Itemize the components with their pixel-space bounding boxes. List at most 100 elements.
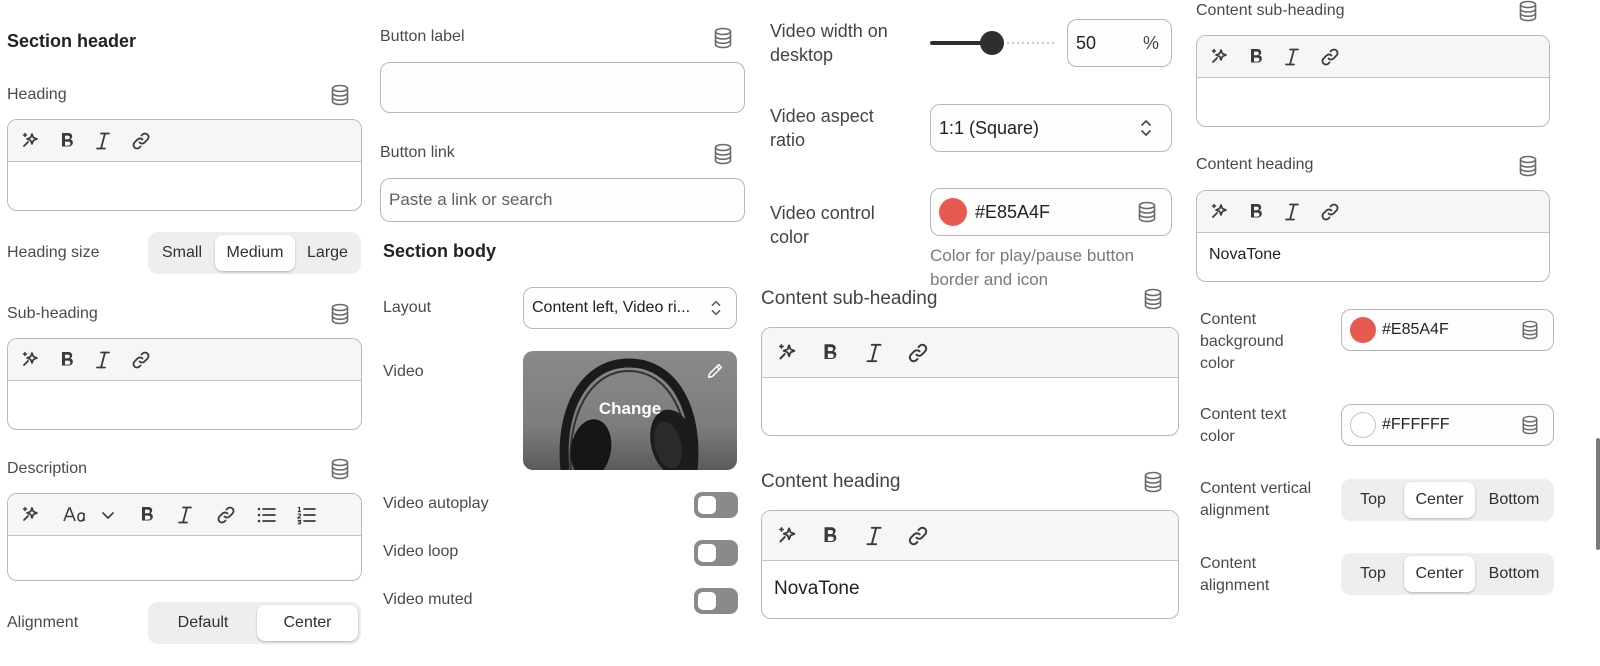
slider-thumb[interactable]	[980, 31, 1004, 55]
video-control-color-field[interactable]: #E85A4F	[930, 188, 1172, 236]
video-control-color-value: #E85A4F	[975, 201, 1051, 222]
video-change-label[interactable]: Change	[523, 399, 737, 419]
subheading-editor[interactable]	[7, 338, 362, 430]
bullet-list-icon[interactable]	[255, 504, 277, 526]
dynamic-source-icon[interactable]	[1143, 471, 1163, 493]
video-width-input[interactable]: 50 %	[1067, 19, 1172, 67]
color-swatch[interactable]	[939, 198, 967, 226]
layout-select[interactable]: Content left, Video ri...	[523, 287, 737, 329]
alignment-center[interactable]: Center	[1404, 556, 1475, 592]
heading-size-large[interactable]: Large	[297, 235, 358, 271]
dynamic-source-icon[interactable]	[330, 303, 350, 325]
dynamic-source-icon[interactable]	[713, 143, 733, 165]
content-heading-editor-c4[interactable]: NovaTone	[1196, 190, 1550, 282]
color-swatch[interactable]	[1350, 412, 1376, 438]
link-icon[interactable]	[215, 504, 237, 526]
select-arrows-icon	[1135, 117, 1157, 139]
dynamic-source-icon[interactable]	[1518, 155, 1538, 177]
italic-icon[interactable]	[1281, 201, 1303, 223]
alignment-segmented: Default Center	[148, 602, 361, 644]
link-icon[interactable]	[1319, 201, 1341, 223]
heading-size-small[interactable]: Small	[151, 235, 213, 271]
link-icon[interactable]	[130, 349, 152, 371]
italic-icon[interactable]	[862, 341, 886, 365]
content-bg-color-field[interactable]: #E85A4F	[1341, 309, 1554, 351]
aspect-ratio-value: 1:1 (Square)	[939, 117, 1040, 138]
italic-icon[interactable]	[92, 349, 114, 371]
alignment-center[interactable]: Center	[257, 605, 358, 641]
heading-size-medium[interactable]: Medium	[215, 235, 295, 271]
button-label-input[interactable]	[380, 62, 745, 113]
dynamic-source-icon[interactable]	[1521, 320, 1539, 340]
content-heading-editor-body[interactable]: NovaTone	[1197, 233, 1549, 264]
dynamic-source-icon[interactable]	[330, 84, 350, 106]
button-link-input[interactable]: Paste a link or search	[380, 178, 745, 222]
italic-icon[interactable]	[92, 130, 114, 152]
content-text-color-label: Content text color	[1200, 406, 1287, 445]
alignment-top[interactable]: Top	[1344, 556, 1402, 592]
ai-generate-icon[interactable]	[776, 341, 800, 365]
dynamic-source-icon[interactable]	[1143, 288, 1163, 310]
vertical-bottom[interactable]: Bottom	[1477, 482, 1551, 518]
bold-icon[interactable]	[1245, 201, 1267, 223]
numbered-list-icon[interactable]	[295, 504, 317, 526]
link-icon[interactable]	[130, 130, 152, 152]
ai-generate-icon[interactable]	[20, 130, 42, 152]
button-label-label: Button label	[380, 28, 465, 45]
link-icon[interactable]	[906, 524, 930, 548]
bold-icon[interactable]	[1245, 46, 1267, 68]
video-muted-label: Video muted	[383, 591, 473, 608]
dynamic-source-icon[interactable]	[713, 27, 733, 49]
video-thumbnail[interactable]: Change	[523, 351, 737, 470]
color-swatch[interactable]	[1350, 317, 1376, 343]
content-bg-color-label: Content background color	[1200, 311, 1284, 372]
italic-icon[interactable]	[174, 504, 196, 526]
content-bg-color-value: #E85A4F	[1382, 321, 1449, 338]
font-style-icon[interactable]	[62, 504, 88, 526]
content-alignment-label: Content alignment	[1200, 555, 1270, 594]
bold-icon[interactable]	[56, 349, 78, 371]
alignment-bottom[interactable]: Bottom	[1477, 556, 1551, 592]
video-muted-toggle[interactable]	[694, 588, 738, 614]
ai-generate-icon[interactable]	[1209, 201, 1231, 223]
content-text-color-field[interactable]: #FFFFFF	[1341, 404, 1554, 446]
aspect-ratio-label: Video aspect ratio	[770, 106, 874, 150]
ai-generate-icon[interactable]	[1209, 46, 1231, 68]
chevron-down-icon[interactable]	[97, 504, 119, 526]
ai-generate-icon[interactable]	[776, 524, 800, 548]
editor-toolbar	[8, 120, 361, 162]
italic-icon[interactable]	[1281, 46, 1303, 68]
pencil-icon[interactable]	[705, 361, 725, 381]
content-heading-editor-body[interactable]: NovaTone	[762, 561, 1178, 600]
scrollbar-thumb[interactable]	[1596, 438, 1600, 550]
video-autoplay-label: Video autoplay	[383, 495, 489, 512]
content-subheading-editor-c4[interactable]	[1196, 35, 1550, 127]
dynamic-source-icon[interactable]	[1518, 0, 1538, 22]
video-width-slider[interactable]	[930, 31, 1056, 55]
heading-editor[interactable]	[7, 119, 362, 211]
dynamic-source-icon[interactable]	[1521, 415, 1539, 435]
italic-icon[interactable]	[862, 524, 886, 548]
link-icon[interactable]	[1319, 46, 1341, 68]
ai-generate-icon[interactable]	[20, 349, 42, 371]
video-loop-toggle[interactable]	[694, 540, 738, 566]
dynamic-source-icon[interactable]	[1137, 201, 1157, 223]
video-autoplay-toggle[interactable]	[694, 492, 738, 518]
video-label: Video	[383, 363, 424, 380]
editor-toolbar	[8, 494, 361, 536]
bold-icon[interactable]	[818, 524, 842, 548]
vertical-center[interactable]: Center	[1404, 482, 1475, 518]
dynamic-source-icon[interactable]	[330, 458, 350, 480]
bold-icon[interactable]	[818, 341, 842, 365]
link-icon[interactable]	[906, 341, 930, 365]
description-editor[interactable]	[7, 493, 362, 581]
ai-generate-icon[interactable]	[20, 504, 42, 526]
alignment-default[interactable]: Default	[151, 605, 255, 641]
content-heading-editor-c3[interactable]: NovaTone	[761, 510, 1179, 619]
aspect-ratio-select[interactable]: 1:1 (Square)	[930, 104, 1172, 152]
bold-icon[interactable]	[136, 504, 158, 526]
content-subheading-editor-c3[interactable]	[761, 327, 1179, 436]
vertical-top[interactable]: Top	[1344, 482, 1402, 518]
bold-icon[interactable]	[56, 130, 78, 152]
percent-unit: %	[1142, 33, 1159, 53]
